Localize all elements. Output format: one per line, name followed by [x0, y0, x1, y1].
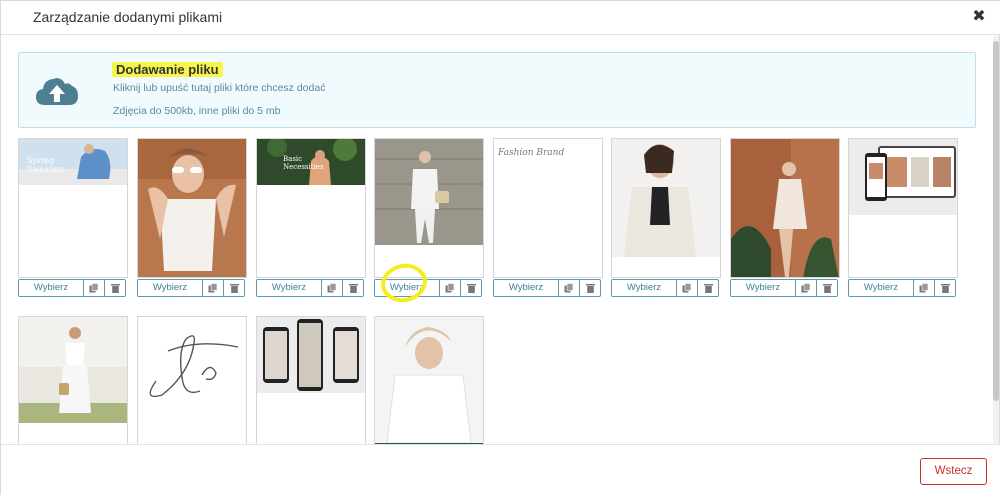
file-thumbnail[interactable]: [138, 317, 246, 417]
modal-title: Zarządzanie dodanymi plikami: [33, 9, 223, 25]
cloud-upload-icon: [36, 78, 78, 105]
file-actions: Wybierz: [848, 279, 956, 297]
back-button[interactable]: Wstecz: [920, 458, 987, 485]
file-thumbnail[interactable]: [19, 317, 127, 423]
file-tile: Fashion Brand: [493, 138, 603, 278]
file-thumbnail[interactable]: [731, 139, 839, 278]
thumb-text: Sweaters: [27, 165, 65, 174]
dropzone-instruction: Kliknij lub upuść tutaj pliki które chce…: [113, 82, 326, 94]
file-tile: Spring Sweaters: [18, 138, 128, 278]
select-button[interactable]: Wybierz: [374, 279, 440, 297]
file-thumbnail[interactable]: [375, 139, 483, 245]
file-actions: Wybierz: [18, 279, 126, 297]
file-tile: [18, 316, 128, 444]
file-thumbnail[interactable]: [849, 139, 957, 215]
file-thumbnail[interactable]: [375, 317, 483, 444]
copy-icon[interactable]: [322, 279, 343, 297]
file-manager-modal: Zarządzanie dodanymi plikami ✖ Dodawanie…: [0, 0, 1000, 496]
trash-icon[interactable]: [105, 279, 126, 297]
file-actions: Wybierz: [256, 279, 364, 297]
file-thumbnail[interactable]: Spring Sweaters: [19, 139, 127, 185]
thumb-text: Basic: [283, 155, 302, 163]
copy-icon[interactable]: [559, 279, 580, 297]
dropzone-title: Dodawanie pliku: [112, 62, 223, 77]
trash-icon[interactable]: [698, 279, 719, 297]
trash-icon[interactable]: [580, 279, 601, 297]
select-button[interactable]: Wybierz: [18, 279, 84, 297]
scrollbar-thumb[interactable]: [993, 41, 999, 401]
thumb-text: Fashion Brand: [497, 148, 564, 158]
trash-icon[interactable]: [224, 279, 245, 297]
select-button[interactable]: Wybierz: [730, 279, 796, 297]
file-actions: Wybierz: [374, 279, 482, 297]
close-icon[interactable]: ✖: [969, 7, 989, 27]
file-thumbnail[interactable]: Basic Necessities: [257, 139, 365, 185]
file-tile: [137, 138, 247, 278]
trash-icon[interactable]: [461, 279, 482, 297]
trash-icon[interactable]: [935, 279, 956, 297]
file-actions: Wybierz: [493, 279, 601, 297]
file-thumbnail[interactable]: [257, 317, 365, 393]
copy-icon[interactable]: [796, 279, 817, 297]
file-tile: Basic Necessities: [256, 138, 366, 278]
file-actions: Wybierz: [611, 279, 719, 297]
dropzone-limits: Zdjęcia do 500kb, inne pliki do 5 mb: [113, 105, 281, 117]
file-tile: [137, 316, 247, 444]
upload-dropzone[interactable]: Dodawanie pliku Kliknij lub upuść tutaj …: [18, 52, 976, 128]
select-button[interactable]: Wybierz: [848, 279, 914, 297]
select-button[interactable]: Wybierz: [256, 279, 322, 297]
select-button[interactable]: Wybierz: [137, 279, 203, 297]
trash-icon[interactable]: [343, 279, 364, 297]
modal-footer: Wstecz: [1, 444, 1000, 496]
thumb-text: Spring: [27, 156, 54, 165]
select-button[interactable]: Wybierz: [493, 279, 559, 297]
file-tile: [730, 138, 840, 278]
file-tile: [374, 138, 484, 278]
file-scroll-area[interactable]: Dodawanie pliku Kliknij lub upuść tutaj …: [1, 36, 1000, 444]
file-thumbnail[interactable]: [612, 139, 720, 257]
copy-icon[interactable]: [203, 279, 224, 297]
file-thumbnail[interactable]: Fashion Brand: [494, 139, 602, 163]
file-tile: [848, 138, 958, 278]
modal-header: Zarządzanie dodanymi plikami ✖: [1, 1, 1000, 35]
copy-icon[interactable]: [914, 279, 935, 297]
file-tile: [611, 138, 721, 278]
file-actions: Wybierz: [137, 279, 245, 297]
select-button[interactable]: Wybierz: [611, 279, 677, 297]
trash-icon[interactable]: [817, 279, 838, 297]
thumb-text: Necessities: [283, 163, 324, 171]
file-tile: [374, 316, 484, 444]
file-actions: Wybierz: [730, 279, 838, 297]
file-tile: [256, 316, 366, 444]
copy-icon[interactable]: [440, 279, 461, 297]
copy-icon[interactable]: [677, 279, 698, 297]
file-thumbnail[interactable]: [138, 139, 246, 278]
copy-icon[interactable]: [84, 279, 105, 297]
